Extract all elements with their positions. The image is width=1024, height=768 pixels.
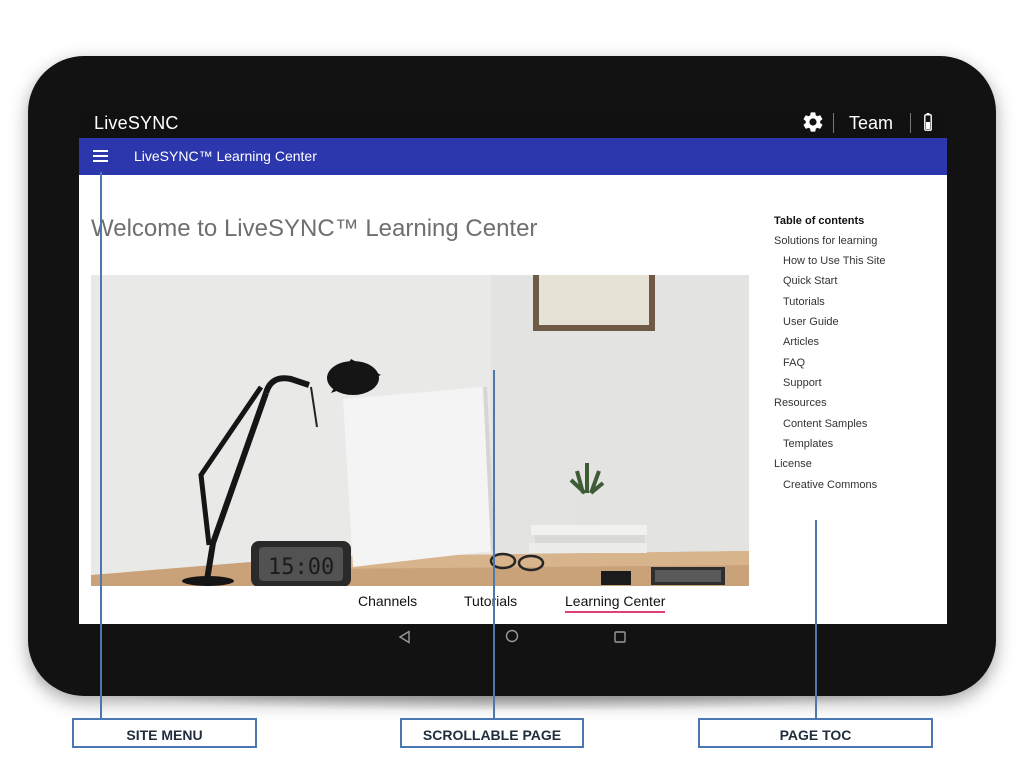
app-bar: LiveSYNC™ Learning Center <box>79 138 947 175</box>
toc-item-content-samples[interactable]: Content Samples <box>783 418 867 430</box>
toc-item-creative-commons[interactable]: Creative Commons <box>783 479 877 491</box>
toc-item-articles[interactable]: Articles <box>783 336 819 348</box>
home-circle-icon[interactable] <box>505 629 519 643</box>
callout-scrollable-page: SCROLLABLE PAGE <box>400 718 584 748</box>
gear-icon[interactable] <box>801 110 825 134</box>
tab-tutorials[interactable]: Tutorials <box>464 593 517 609</box>
callout-line-page-toc <box>815 520 817 718</box>
app-name: LiveSYNC <box>94 113 179 133</box>
status-bar: LiveSYNC Team <box>79 107 947 138</box>
callout-site-menu: SITE MENU <box>72 718 257 748</box>
callout-page-toc: PAGE TOC <box>698 718 933 748</box>
toc-item-templates[interactable]: Templates <box>783 438 833 450</box>
status-divider <box>910 113 911 133</box>
toc-item-resources[interactable]: Resources <box>774 397 827 409</box>
page-title: Welcome to LiveSYNC™ Learning Center <box>91 215 538 242</box>
account-label[interactable]: Team <box>849 113 893 134</box>
table-of-contents: Table of contents Solutions for learning… <box>774 215 944 491</box>
callout-line-scrollable-page <box>493 370 495 718</box>
toc-item-solutions-for-learning[interactable]: Solutions for learning <box>774 235 877 247</box>
desk-photo: 15:00 <box>91 275 749 586</box>
hero-image: 15:00 <box>91 275 749 586</box>
hamburger-menu-icon[interactable] <box>93 149 108 163</box>
battery-icon <box>924 113 932 131</box>
toc-title: Table of contents <box>774 215 865 227</box>
callout-line-site-menu <box>100 172 102 718</box>
toc-item-support[interactable]: Support <box>783 377 822 389</box>
toc-item-how-to-use[interactable]: How to Use This Site <box>783 255 886 267</box>
tab-channels[interactable]: Channels <box>358 593 417 609</box>
tab-learning-center[interactable]: Learning Center <box>565 593 666 613</box>
status-divider <box>833 113 834 133</box>
toc-item-quick-start[interactable]: Quick Start <box>783 275 837 287</box>
toc-item-license[interactable]: License <box>774 458 812 470</box>
toc-item-tutorials[interactable]: Tutorials <box>783 296 825 308</box>
recent-apps-square-icon[interactable] <box>613 630 627 644</box>
svg-text:15:00: 15:00 <box>268 555 334 580</box>
toc-item-faq[interactable]: FAQ <box>783 357 805 369</box>
app-bar-title: LiveSYNC™ Learning Center <box>134 148 317 164</box>
toc-item-user-guide[interactable]: User Guide <box>783 316 839 328</box>
back-triangle-icon[interactable] <box>398 630 412 644</box>
